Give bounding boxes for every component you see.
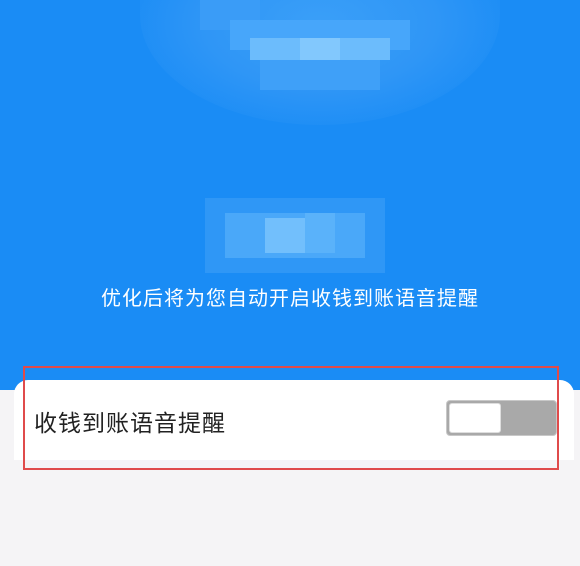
pixelated-image	[140, 0, 500, 125]
pixelated-amount	[205, 198, 385, 273]
optimization-caption: 优化后将为您自动开启收钱到账语音提醒	[101, 286, 479, 310]
highlight-annotation-box	[23, 366, 559, 470]
page-background-lower	[14, 460, 574, 566]
hero-banner: 优化后将为您自动开启收钱到账语音提醒	[0, 0, 580, 390]
